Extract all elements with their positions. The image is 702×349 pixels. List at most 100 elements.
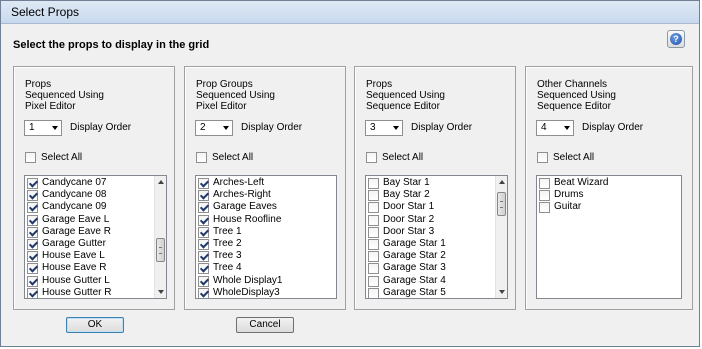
list-item[interactable]: Garage Star 4 [368,275,498,287]
list-item[interactable]: Candycane 08 [27,189,157,202]
checkbox-checked[interactable] [27,238,38,250]
checkbox[interactable] [539,202,550,214]
list-item[interactable]: Beat Wizard [539,177,669,189]
checkbox[interactable] [368,275,379,287]
checkbox-checked[interactable] [198,251,209,263]
list-item[interactable]: Drums [539,189,669,202]
checkbox[interactable] [196,152,207,163]
prop-groups-list[interactable]: Arches-Left Arches-Right Garage Eaves House… [195,175,337,299]
chevron-down-icon[interactable] [223,126,229,130]
checkbox[interactable] [368,287,379,298]
checkbox-checked[interactable] [198,190,209,202]
list-item[interactable]: Tree 1 [198,226,328,238]
title-bar[interactable]: Select Props [1,1,699,24]
checkbox[interactable] [368,263,379,275]
checkbox[interactable] [539,178,550,189]
checkbox-checked[interactable] [27,202,38,214]
scroll-thumb[interactable] [156,238,165,262]
list-item[interactable]: Door Star 3 [368,226,498,238]
checkbox[interactable] [368,251,379,263]
sequence-props-list[interactable]: Bay Star 1 Bay Star 2 Door Star 1 Door Star… [365,175,508,299]
list-item[interactable]: House Eave R [27,262,157,275]
checkbox[interactable] [366,152,377,163]
scroll-down-arrow-icon[interactable] [496,286,507,298]
checkbox[interactable] [368,178,379,189]
chevron-down-icon[interactable] [564,126,570,130]
checkbox-checked[interactable] [27,178,38,189]
checkbox-checked[interactable] [27,214,38,226]
checkbox-checked[interactable] [27,275,38,287]
checkbox-checked[interactable] [198,263,209,275]
list-item[interactable]: Candycane 07 [27,177,157,189]
list-item[interactable]: Garage Star 3 [368,262,498,275]
list-item[interactable]: Tree 4 [198,262,328,275]
other-channels-list[interactable]: Beat Wizard Drums Guitar [536,175,682,299]
checkbox-checked[interactable] [27,251,38,263]
checkbox-checked[interactable] [198,214,209,226]
checkbox-checked[interactable] [198,287,209,298]
list-item-label: Garage Eave L [42,213,110,225]
list-item[interactable]: Door Star 2 [368,214,498,226]
scroll-up-arrow-icon[interactable] [155,176,166,188]
checkbox-checked[interactable] [27,263,38,275]
list-item[interactable]: Whole Display1 [198,275,328,287]
display-order-select[interactable]: 1 [24,120,62,136]
list-item[interactable]: Door Star 1 [368,201,498,214]
list-item[interactable]: Bay Star 1 [368,177,498,189]
checkbox-checked[interactable] [27,190,38,202]
scroll-up-arrow-icon[interactable] [496,176,507,188]
checkbox[interactable] [539,190,550,202]
list-item[interactable]: House Gutter R [27,287,157,298]
checkbox[interactable] [537,152,548,163]
checkbox-checked[interactable] [198,275,209,287]
vertical-scrollbar[interactable] [154,176,166,298]
list-item[interactable]: Tree 2 [198,238,328,250]
list-item[interactable]: Tree 3 [198,250,328,263]
list-item[interactable]: Garage Gutter [27,238,157,250]
checkbox[interactable] [368,226,379,238]
ok-button[interactable]: OK [66,317,124,333]
select-all-label: Select All [382,152,424,163]
checkbox-checked[interactable] [27,287,38,298]
vertical-scrollbar[interactable] [495,176,507,298]
list-item[interactable]: Garage Star 1 [368,238,498,250]
list-item[interactable]: Garage Eave R [27,226,157,238]
list-item[interactable]: House Eave L [27,250,157,263]
checkbox[interactable] [368,238,379,250]
chevron-down-icon[interactable] [52,126,58,130]
checkbox-checked[interactable] [198,178,209,189]
display-order-select[interactable]: 4 [536,120,574,136]
list-item[interactable]: House Roofline [198,214,328,226]
checkbox[interactable] [368,190,379,202]
chevron-down-icon[interactable] [393,126,399,130]
list-item[interactable]: Garage Eave L [27,214,157,226]
help-button[interactable]: ? [667,30,685,48]
scroll-down-arrow-icon[interactable] [155,286,166,298]
display-order-select[interactable]: 2 [195,120,233,136]
cancel-button[interactable]: Cancel [236,317,294,333]
list-item[interactable]: Arches-Right [198,189,328,202]
list-item[interactable]: Garage Eaves [198,201,328,214]
list-item[interactable]: WholeDisplay3 [198,287,328,298]
checkbox[interactable] [368,214,379,226]
props-list[interactable]: Candycane 07 Candycane 08 Candycane 09 Gara… [24,175,167,299]
list-item[interactable]: Garage Star 2 [368,250,498,263]
checkbox-checked[interactable] [198,202,209,214]
checkbox-checked[interactable] [27,226,38,238]
list-item[interactable]: House Gutter L [27,275,157,287]
list-item[interactable]: Guitar [539,201,669,214]
list-item[interactable]: Garage Star 5 [368,287,498,298]
checkbox[interactable] [25,152,36,163]
display-order-select[interactable]: 3 [365,120,403,136]
panel-props-sequence-editor: Props Sequenced Using Sequence Editor 3 … [354,66,516,310]
checkbox-checked[interactable] [198,226,209,238]
panel-other-channels-sequence-editor: Other Channels Sequenced Using Sequence … [525,66,693,310]
panel-title: Prop Groups Sequenced Using Pixel Editor [196,79,346,112]
list-item[interactable]: Candycane 09 [27,201,157,214]
checkbox[interactable] [368,202,379,214]
checkbox-checked[interactable] [198,238,209,250]
list-item[interactable]: Arches-Left [198,177,328,189]
list-item[interactable]: Bay Star 2 [368,189,498,202]
scroll-thumb[interactable] [497,192,506,216]
panel-prop-groups-pixel-editor: Prop Groups Sequenced Using Pixel Editor… [184,66,346,310]
